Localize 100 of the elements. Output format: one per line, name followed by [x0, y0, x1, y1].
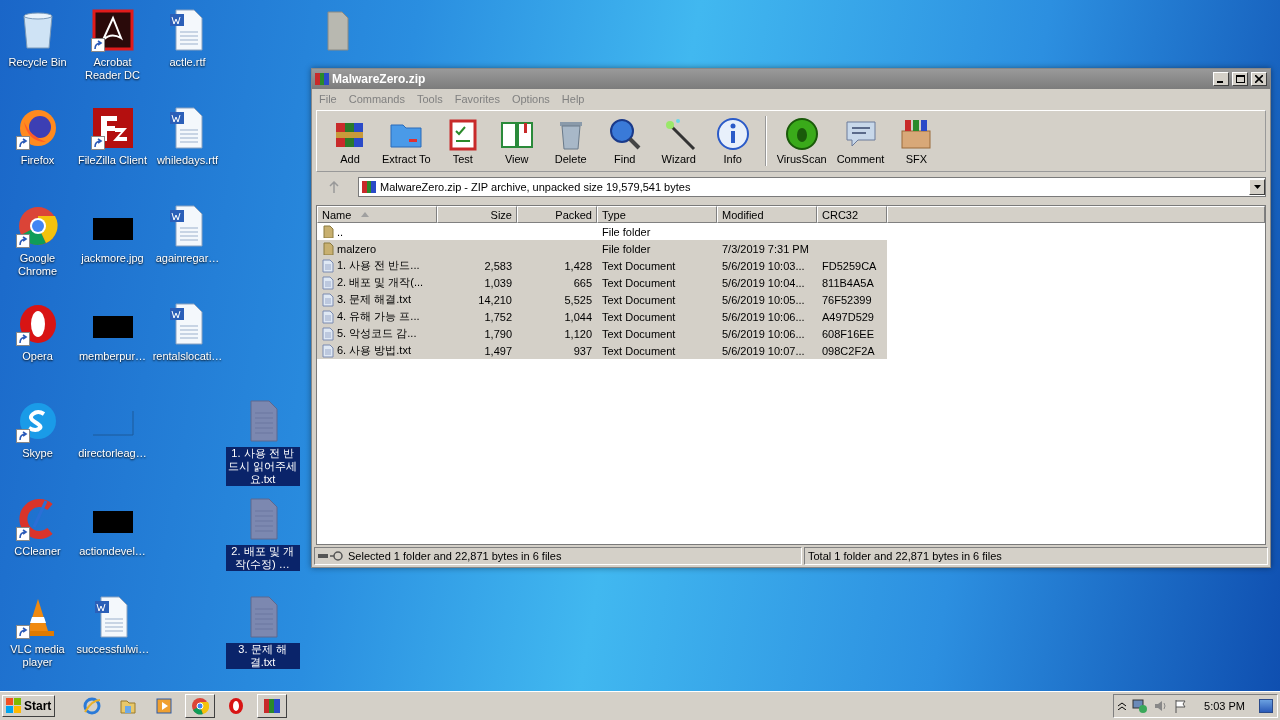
table-cell-text: Text Document	[601, 276, 677, 289]
status-text: Selected 1 folder and 22,871 bytes in 6 files	[348, 550, 562, 562]
table-cell-text: 1,752	[483, 310, 513, 323]
table-cell: ..	[337, 225, 344, 238]
toolbar-button[interactable]: Wizard	[653, 117, 704, 165]
icon-label[interactable]: successfulwi…	[75, 643, 150, 657]
toolbar-button[interactable]: Delete	[545, 117, 596, 165]
maximize-button[interactable]	[1232, 72, 1248, 86]
table-row[interactable]: 6. 사용 방법.txt 1,497 937 Text Document 5/6/2019 10:07... 098C2F2A	[317, 342, 887, 359]
icon-label[interactable]: 2. 배포 및 개작(수정) …	[225, 545, 300, 571]
chevron-up-icon[interactable]	[1118, 702, 1127, 710]
network-icon[interactable]	[1132, 698, 1149, 714]
icon-label[interactable]: CCleaner	[13, 545, 62, 559]
table-cell-text: 5/6/2019 10:06...	[721, 327, 806, 340]
table-cell-text: 5/6/2019 10:05...	[721, 293, 806, 306]
file-icon	[322, 292, 334, 307]
flag-icon[interactable]	[1174, 699, 1189, 713]
caret-icon	[1253, 185, 1261, 189]
table-row[interactable]: .. File folder	[317, 223, 887, 240]
maximize-icon	[1235, 75, 1245, 83]
close-icon	[1255, 75, 1263, 83]
close-button[interactable]	[1251, 72, 1267, 86]
table-cell-text: File folder	[601, 242, 652, 255]
table-row[interactable]: 4. 유해 가능 프... 1,752 1,044 Text Document 5/6/2019 10:06... A497D529	[317, 308, 887, 325]
table-cell-text: 608F16EE	[821, 327, 875, 340]
icon-label[interactable]: 1. 사용 전 반드시 읽어주세요.txt	[225, 447, 300, 486]
table-row[interactable]: 5. 악성코드 감... 1,790 1,120 Text Document 5/6/2019 10:06... 608F16EE	[317, 325, 887, 342]
table-cell-text: 1,497	[483, 344, 513, 357]
table-cell-text: 1,044	[563, 310, 593, 323]
dropdown-button[interactable]	[1249, 179, 1265, 195]
toolbar-button[interactable]: Comment	[833, 117, 888, 165]
clock[interactable]: 5:03 PM	[1204, 700, 1245, 712]
icon-label[interactable]: 3. 문제 해결.txt	[225, 643, 300, 669]
column-header[interactable]: Modified	[717, 206, 817, 223]
file-icon	[322, 275, 334, 290]
file-icon	[322, 309, 334, 324]
table-cell: 6. 사용 방법.txt	[337, 343, 411, 358]
icon-label[interactable]: directorleag…	[77, 447, 148, 461]
table-cell-text: 5,525	[563, 293, 593, 306]
column-header[interactable]: CRC32	[817, 206, 887, 223]
file-icon	[322, 258, 334, 273]
column-header[interactable]: Packed	[517, 206, 597, 223]
toolbar-button[interactable]: Test	[437, 117, 488, 165]
icon-label[interactable]: Skype	[21, 447, 54, 461]
icon-label[interactable]: FileZilla Client	[76, 153, 149, 167]
icon-label[interactable]: VLC media player	[0, 643, 75, 670]
icon-label[interactable]: whiledays.rtf	[155, 154, 220, 167]
table-cell-text: 1,428	[563, 259, 593, 272]
table-cell-text: Text Document	[601, 310, 677, 323]
table-row[interactable]: 3. 문제 해결.txt 14,210 5,525 Text Document 5/6/2019 10:05... 76F52399	[317, 291, 887, 308]
table-row[interactable]: malzero File folder 7/3/2019 7:31 PM	[317, 240, 887, 257]
books-icon	[263, 697, 282, 715]
toolbar-button[interactable]: View	[491, 117, 542, 165]
toolbar-button[interactable]: Find	[599, 117, 650, 165]
icon-label[interactable]: Acrobat Reader DC	[75, 56, 150, 82]
icon-label[interactable]: jackmore.jpg	[80, 251, 145, 265]
column-header[interactable]: Name	[317, 206, 437, 223]
address-text: MalwareZero.zip - ZIP archive, unpacked size 19,579,541 bytes	[380, 181, 692, 193]
address-field[interactable]: MalwareZero.zip - ZIP archive, unpacked size 19,579,541 bytes	[358, 177, 1266, 197]
file-icon	[322, 343, 334, 358]
show-desktop-button[interactable]	[1259, 699, 1273, 713]
table-cell-text: 2,583	[483, 259, 513, 272]
chrome-icon	[191, 697, 210, 715]
table-row[interactable]: 1. 사용 전 반드... 2,583 1,428 Text Document 5/6/2019 10:03... FD5259CA	[317, 257, 887, 274]
toolbar-button[interactable]: Info	[707, 117, 758, 165]
table-cell-text: 1,120	[563, 327, 593, 340]
icon-label[interactable]: Google Chrome	[0, 251, 75, 278]
table-cell-text: 937	[572, 344, 593, 357]
icon-label[interactable]: actle.rtf	[168, 56, 207, 69]
bug-icon	[784, 117, 819, 151]
taskbar-button[interactable]	[185, 694, 216, 718]
toolbar-button[interactable]: Add	[325, 117, 375, 165]
icon-label[interactable]: Opera	[21, 349, 54, 363]
table-cell-text: Text Document	[601, 259, 677, 272]
table-cell-text: File folder	[601, 225, 652, 238]
table-cell-text: A497D529	[821, 310, 875, 323]
start-button[interactable]: Start	[2, 695, 56, 717]
column-header[interactable]: Type	[597, 206, 717, 223]
table-cell: 1. 사용 전 반드...	[337, 258, 420, 273]
toolbar-button[interactable]: SFX	[891, 117, 942, 165]
icon-label[interactable]: actiondevel…	[78, 545, 147, 559]
books-icon	[315, 72, 329, 86]
icon-label[interactable]: Firefox	[19, 153, 56, 167]
toolbar-button[interactable]: VirusScan	[773, 117, 830, 165]
icon-label[interactable]: memberpur…	[77, 349, 148, 363]
toolbar-button[interactable]: Extract To	[379, 117, 434, 165]
column-header[interactable]: Size	[437, 206, 517, 223]
table-cell-text: 098C2F2A	[821, 344, 876, 357]
minimize-button[interactable]	[1213, 72, 1229, 86]
box-icon	[899, 117, 934, 151]
icon-label[interactable]: rentalslocati…	[151, 350, 224, 363]
taskbar-button[interactable]	[257, 694, 288, 718]
status-text: Total 1 folder and 22,871 bytes in 6 files	[808, 550, 1002, 562]
table-cell-text: 14,210	[477, 293, 513, 306]
table-cell: malzero	[337, 242, 377, 255]
table-cell-text: 5/6/2019 10:06...	[721, 310, 806, 323]
icon-label[interactable]: againregar…	[154, 252, 221, 265]
table-row[interactable]: 2. 배포 및 개작(... 1,039 665 Text Document 5/6/2019 10:04... 811B4A5A	[317, 274, 887, 291]
icon-label[interactable]: Recycle Bin	[7, 56, 68, 69]
info-icon	[715, 117, 750, 151]
